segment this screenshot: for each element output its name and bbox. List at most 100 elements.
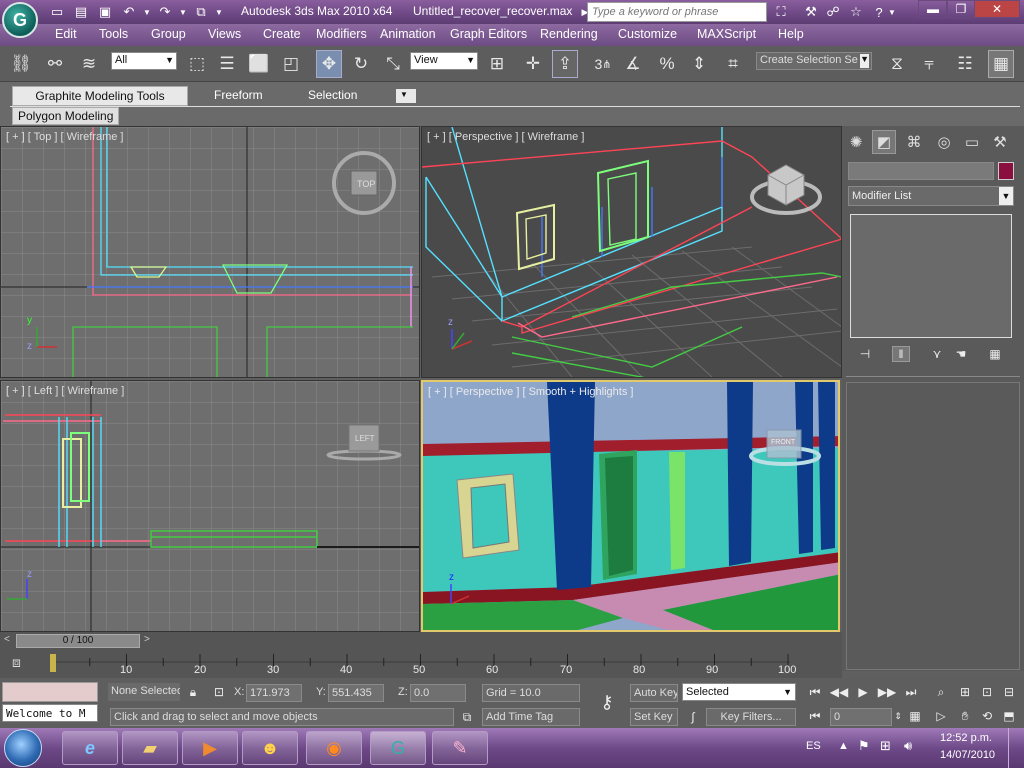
menu-rendering[interactable]: Rendering [540,27,598,41]
menu-animation[interactable]: Animation [380,27,436,41]
new-file-icon[interactable]: ▭ [46,2,68,22]
taskbar-media-player[interactable]: ▶ [182,731,238,765]
maximize-button[interactable]: ❐ [946,0,976,18]
volume-icon[interactable]: 🔊︎ [904,738,912,754]
object-color-swatch[interactable] [998,162,1014,180]
frame-spinner-icon[interactable]: ⇕ [892,706,904,726]
menu-create[interactable]: Create [263,27,301,41]
modifier-list-dropdown[interactable]: Modifier List ▼ [848,186,1014,206]
select-object-icon[interactable]: ⬚ [184,50,210,78]
select-and-scale-icon[interactable]: ⤡ [380,50,406,78]
zoom-extents-icon[interactable]: ⊡ [976,682,998,702]
communication-center-icon[interactable]: ☍ [822,3,844,21]
viewport-label-perspective-shaded[interactable]: [ + ] [ Perspective ] [ Smooth + Highlig… [428,386,633,398]
action-center-flag-icon[interactable]: ⚑ [858,738,870,754]
favorites-star-icon[interactable]: ☆ [845,3,867,21]
align-icon[interactable]: ⫧ [916,50,942,78]
taskbar-paint[interactable]: ✎ [432,731,488,765]
taskbar-explorer[interactable]: ▰ [122,731,178,765]
menu-modifiers[interactable]: Modifiers [316,27,367,41]
time-configuration-icon[interactable]: ▦ [904,706,926,726]
minimize-button[interactable]: ▬ [918,0,948,18]
mirror-icon[interactable]: ⧖ [884,50,910,78]
x-coordinate-field[interactable]: 171.973 [246,684,302,702]
object-name-field[interactable] [848,162,994,180]
maxscript-mini-listener-macro[interactable] [2,682,98,702]
next-frame-icon[interactable]: ▶▶ [876,682,898,702]
selection-filter-dropdown[interactable]: All ▼ [111,52,177,70]
start-button[interactable] [4,729,42,767]
selection-lock-icon[interactable]: 🔒︎ [182,682,204,702]
show-end-result-icon[interactable]: ‖ [892,346,910,362]
current-frame-field[interactable]: 0 [830,708,892,726]
viewport-label-top[interactable]: [ + ] [ Top ] [ Wireframe ] [6,131,123,143]
tab-graphite-modeling-tools[interactable]: Graphite Modeling Tools [12,86,188,106]
set-key-button[interactable]: Set Key [630,708,678,726]
show-desktop-button[interactable] [1008,728,1024,768]
clock-date[interactable]: 14/07/2010 [940,749,995,761]
language-indicator[interactable]: ES [806,740,821,752]
make-unique-icon[interactable]: ⋎ [928,346,946,362]
z-coordinate-field[interactable]: 0.0 [410,684,466,702]
menu-maxscript[interactable]: MAXScript [697,27,756,41]
play-icon[interactable]: ▶ [852,682,874,702]
binoculars-icon[interactable]: ⛶ [770,3,792,21]
y-coordinate-field[interactable]: 551.435 [328,684,384,702]
named-selection-dropdown[interactable]: Create Selection Se ▼ [756,52,872,70]
orbit-icon[interactable]: ⟲ [976,706,998,726]
snaps-toggle-icon[interactable]: 3 ⋔ [590,50,616,78]
field-of-view-icon[interactable]: ▷ [930,706,952,726]
rectangular-selection-icon[interactable]: ⬜ [246,50,272,78]
tab-selection[interactable]: Selection [302,86,363,106]
absolute-mode-transform-icon[interactable]: ⊡ [208,682,230,702]
viewport-perspective-wireframe[interactable]: [ + ] [ Perspective ] [ Wireframe ] z [421,126,842,378]
graphite-toggle-icon[interactable]: ▦ [988,50,1014,78]
ribbon-options-button[interactable]: ▼ [396,89,416,103]
network-icon[interactable]: ⊞ [880,738,891,754]
redo-dropdown-icon[interactable]: ▼ [178,2,188,22]
select-by-name-icon[interactable]: ☰ [214,50,240,78]
menu-group[interactable]: Group [151,27,186,41]
project-folder-icon[interactable]: ⧉ [190,2,212,22]
menu-help[interactable]: Help [778,27,804,41]
clock-time[interactable]: 12:52 p.m. [940,732,992,744]
redo-icon[interactable]: ↷ [154,2,176,22]
maxscript-mini-listener[interactable]: Welcome to M [2,704,98,722]
configure-modifier-sets-icon[interactable]: ▦ [986,346,1004,362]
display-tab-icon[interactable]: ▭ [960,130,984,154]
pan-view-icon[interactable]: ✋︎ [954,706,976,726]
remove-modifier-icon[interactable]: ☚ [952,346,970,362]
motion-tab-icon[interactable]: ◎ [932,130,956,154]
open-file-icon[interactable]: ▤ [70,2,92,22]
menu-edit[interactable]: Edit [55,27,77,41]
window-crossing-icon[interactable]: ◰ [278,50,304,78]
previous-frame-icon[interactable]: ◀◀ [828,682,850,702]
reference-coordinate-dropdown[interactable]: View ▼ [410,52,478,70]
track-bar[interactable]: ⧈ 10 20 30 40 50 60 70 80 90 100 [0,650,842,678]
modify-tab-icon[interactable]: ◩ [872,130,896,154]
unlink-selection-icon[interactable]: ⚯ [42,50,68,78]
taskbar-internet-explorer[interactable]: e [62,731,118,765]
save-file-icon[interactable]: ▣ [94,2,116,22]
key-filters-button[interactable]: Key Filters... [706,708,796,726]
auto-key-button[interactable]: Auto Key [630,684,678,702]
viewport-label-left[interactable]: [ + ] [ Left ] [ Wireframe ] [6,385,124,397]
search-input[interactable]: Type a keyword or phrase [587,2,767,22]
zoom-all-icon[interactable]: ⊞ [954,682,976,702]
go-to-start-icon[interactable]: ⏮ [804,682,826,702]
subscription-center-icon[interactable]: ⚒ [800,3,822,21]
select-and-link-icon[interactable]: ⛓ [8,50,34,78]
taskbar-3ds-max[interactable]: G [370,731,426,765]
bind-to-space-warp-icon[interactable]: ≋ [76,50,102,78]
tab-freeform[interactable]: Freeform [208,86,269,106]
ribbon-panel-polygon-modeling[interactable]: Polygon Modeling [12,107,120,125]
utilities-tab-icon[interactable]: ⚒ [988,130,1012,154]
show-hidden-icons-icon[interactable]: ▲ [838,740,849,752]
application-menu-button[interactable]: G [2,2,38,38]
time-slider-thumb[interactable]: 0 / 100 [16,634,140,648]
key-mode-dropdown[interactable]: Selected ▼ [682,683,796,701]
menu-tools[interactable]: Tools [99,27,128,41]
modifier-stack[interactable] [850,214,1012,338]
hierarchy-tab-icon[interactable]: ⌘ [902,130,926,154]
maximize-viewport-icon[interactable]: ⬒ [998,706,1020,726]
